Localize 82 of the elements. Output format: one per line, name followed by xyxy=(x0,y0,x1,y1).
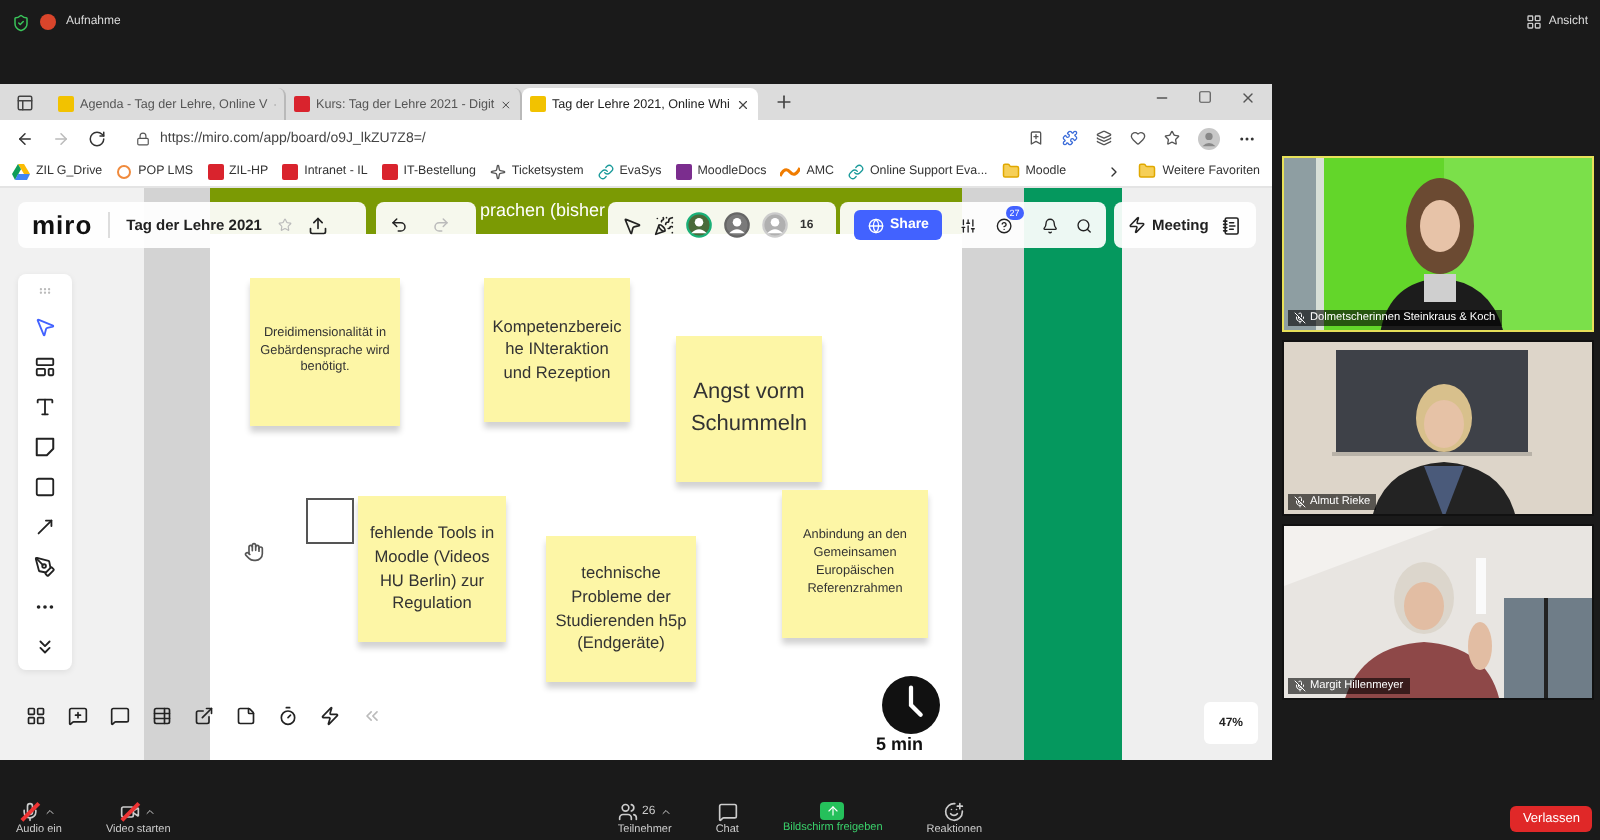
collections-icon[interactable] xyxy=(1096,130,1112,146)
avatar-icon xyxy=(686,212,712,238)
new-tab-icon[interactable] xyxy=(774,92,794,112)
maximize-icon[interactable] xyxy=(1198,90,1212,104)
avatar-icon xyxy=(762,212,788,238)
avatar-icon xyxy=(724,212,750,238)
caret-icon[interactable] xyxy=(144,805,157,817)
sticky-note: Angst vorm Schummeln xyxy=(676,336,822,482)
folder-icon xyxy=(1138,162,1157,180)
sticky-note-icon[interactable] xyxy=(236,706,256,726)
external-link-icon[interactable] xyxy=(194,706,214,726)
search-icon[interactable] xyxy=(1075,215,1092,235)
caret-icon[interactable] xyxy=(44,805,57,817)
document-icon xyxy=(282,163,299,179)
back-icon[interactable] xyxy=(16,129,34,147)
lock-icon xyxy=(136,131,150,145)
square-icon[interactable] xyxy=(34,476,56,498)
brand-icon xyxy=(780,165,801,177)
sticky-note-icon[interactable] xyxy=(34,436,56,458)
smiley-icon xyxy=(944,801,965,821)
extension-icon[interactable] xyxy=(1062,130,1078,146)
hand-cursor-icon xyxy=(244,542,264,562)
sticky-note: fehlende Tools in Moodle (Videos HU Berlin) zur Regulation xyxy=(358,496,506,642)
chevrons-down-icon[interactable] xyxy=(34,636,56,658)
text-icon[interactable] xyxy=(34,396,56,418)
app-icon xyxy=(675,163,692,179)
table-icon[interactable] xyxy=(152,706,172,726)
pen-icon[interactable] xyxy=(34,556,56,578)
heart-icon[interactable] xyxy=(1130,130,1146,146)
board-icon xyxy=(530,96,546,112)
share-screen-icon xyxy=(820,802,845,820)
recording-icon xyxy=(40,14,56,30)
lightning-icon xyxy=(1128,216,1146,234)
profile-icon[interactable] xyxy=(1198,127,1220,149)
star-icon[interactable] xyxy=(277,218,292,232)
timer-label: 5 min xyxy=(876,734,924,754)
document-icon xyxy=(294,96,310,112)
undo-icon[interactable] xyxy=(390,216,408,234)
triangle-icon xyxy=(12,163,30,179)
link-icon xyxy=(597,163,614,179)
camera-icon xyxy=(120,801,141,821)
miro-logo: miro xyxy=(32,210,93,240)
bell-icon[interactable] xyxy=(1041,215,1058,235)
globe-icon xyxy=(868,217,884,233)
timer-icon[interactable] xyxy=(278,706,298,726)
grid-icon xyxy=(1526,14,1543,30)
document-icon xyxy=(381,163,398,179)
document-icon xyxy=(207,163,224,179)
template-icon[interactable] xyxy=(34,356,56,378)
square-shape xyxy=(306,498,354,544)
reload-icon[interactable] xyxy=(88,129,106,147)
shield-icon xyxy=(12,13,30,31)
bookmark-icon[interactable] xyxy=(1028,130,1044,146)
sticky-note: Kompetenzbereiche INteraktion und Rezeption xyxy=(484,278,630,422)
sparkle-icon xyxy=(489,163,506,179)
favorites-icon[interactable] xyxy=(1164,130,1180,146)
people-icon xyxy=(618,801,639,821)
muted-microphone-icon xyxy=(1294,680,1306,692)
notes-icon[interactable] xyxy=(1222,215,1242,235)
caret-icon[interactable] xyxy=(659,805,672,817)
comment-icon[interactable] xyxy=(68,706,88,726)
tab-actions-icon[interactable] xyxy=(16,94,34,112)
clock-icon xyxy=(882,676,940,734)
frame-title: prachen (bisher xyxy=(480,200,606,220)
board-icon xyxy=(58,96,74,112)
circle-icon xyxy=(116,163,133,179)
party-popper-icon[interactable] xyxy=(654,215,674,235)
muted-microphone-icon xyxy=(1294,496,1306,508)
settings-icon[interactable] xyxy=(960,215,978,235)
close-icon[interactable] xyxy=(1240,90,1256,106)
arrow-icon[interactable] xyxy=(34,516,56,538)
muted-microphone-icon xyxy=(1294,312,1306,324)
frames-icon[interactable] xyxy=(26,706,46,726)
upload-icon[interactable] xyxy=(307,215,328,235)
link-icon xyxy=(847,163,864,179)
sticky-note: technische Probleme der Studierenden h5p (Endgeräte) xyxy=(546,536,696,682)
lightning-icon[interactable] xyxy=(320,706,340,726)
help-icon[interactable] xyxy=(995,215,1012,235)
chat-icon[interactable] xyxy=(110,706,130,726)
cursor-icon[interactable] xyxy=(622,215,642,235)
chat-icon xyxy=(717,801,738,821)
folder-icon xyxy=(1001,162,1020,180)
